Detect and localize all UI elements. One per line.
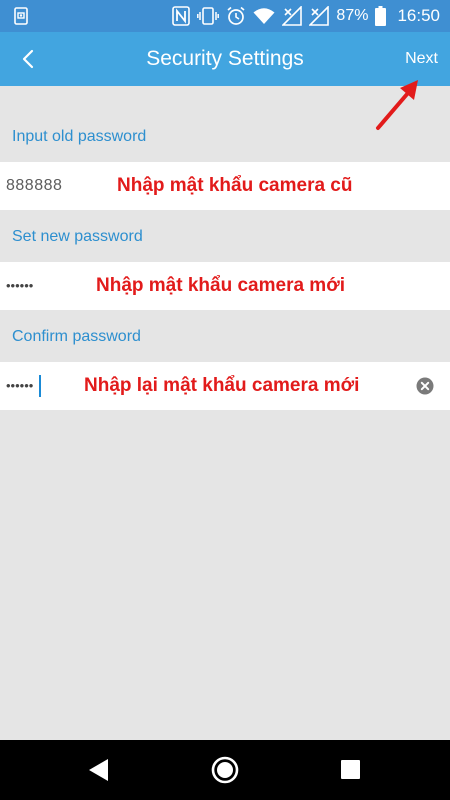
signal-no-data-icon bbox=[309, 6, 330, 26]
clear-icon[interactable] bbox=[416, 377, 434, 395]
vibrate-icon bbox=[197, 7, 220, 25]
screenshot-icon bbox=[14, 7, 28, 25]
nfc-icon bbox=[172, 6, 191, 26]
back-triangle-icon[interactable] bbox=[84, 755, 114, 785]
recents-square-icon[interactable] bbox=[336, 755, 366, 785]
app-bar: Security Settings Next bbox=[0, 32, 450, 86]
signal-no-data-icon bbox=[282, 6, 303, 26]
text-cursor bbox=[39, 375, 41, 397]
confirm-password-value[interactable]: •••••• bbox=[6, 362, 33, 410]
old-password-label: Input old password bbox=[12, 128, 147, 145]
new-password-value[interactable]: •••••• bbox=[6, 262, 33, 310]
page-title: Security Settings bbox=[146, 47, 304, 70]
battery-percent: 87% bbox=[336, 7, 369, 24]
status-icons: 87% 16:50 bbox=[172, 0, 440, 32]
status-bar: 87% 16:50 bbox=[0, 0, 450, 32]
old-password-field[interactable]: 888888 Nhập mật khẩu camera cũ bbox=[0, 162, 450, 210]
new-password-annotation: Nhập mật khẩu camera mới bbox=[96, 275, 345, 296]
next-button[interactable]: Next bbox=[405, 32, 438, 86]
battery-icon bbox=[375, 6, 387, 26]
confirm-password-annotation: Nhập lại mật khẩu camera mới bbox=[84, 375, 360, 396]
new-password-label: Set new password bbox=[12, 228, 143, 245]
new-password-field[interactable]: •••••• Nhập mật khẩu camera mới bbox=[0, 262, 450, 310]
confirm-password-label: Confirm password bbox=[12, 328, 141, 345]
wifi-icon bbox=[253, 8, 275, 24]
old-password-annotation: Nhập mật khẩu camera cũ bbox=[117, 175, 353, 196]
clock: 16:50 bbox=[397, 6, 440, 25]
home-circle-icon[interactable] bbox=[210, 755, 240, 785]
navigation-bar bbox=[0, 740, 450, 800]
confirm-password-field[interactable]: •••••• Nhập lại mật khẩu camera mới bbox=[0, 362, 450, 410]
alarm-icon bbox=[227, 6, 245, 25]
old-password-value[interactable]: 888888 bbox=[6, 162, 62, 210]
